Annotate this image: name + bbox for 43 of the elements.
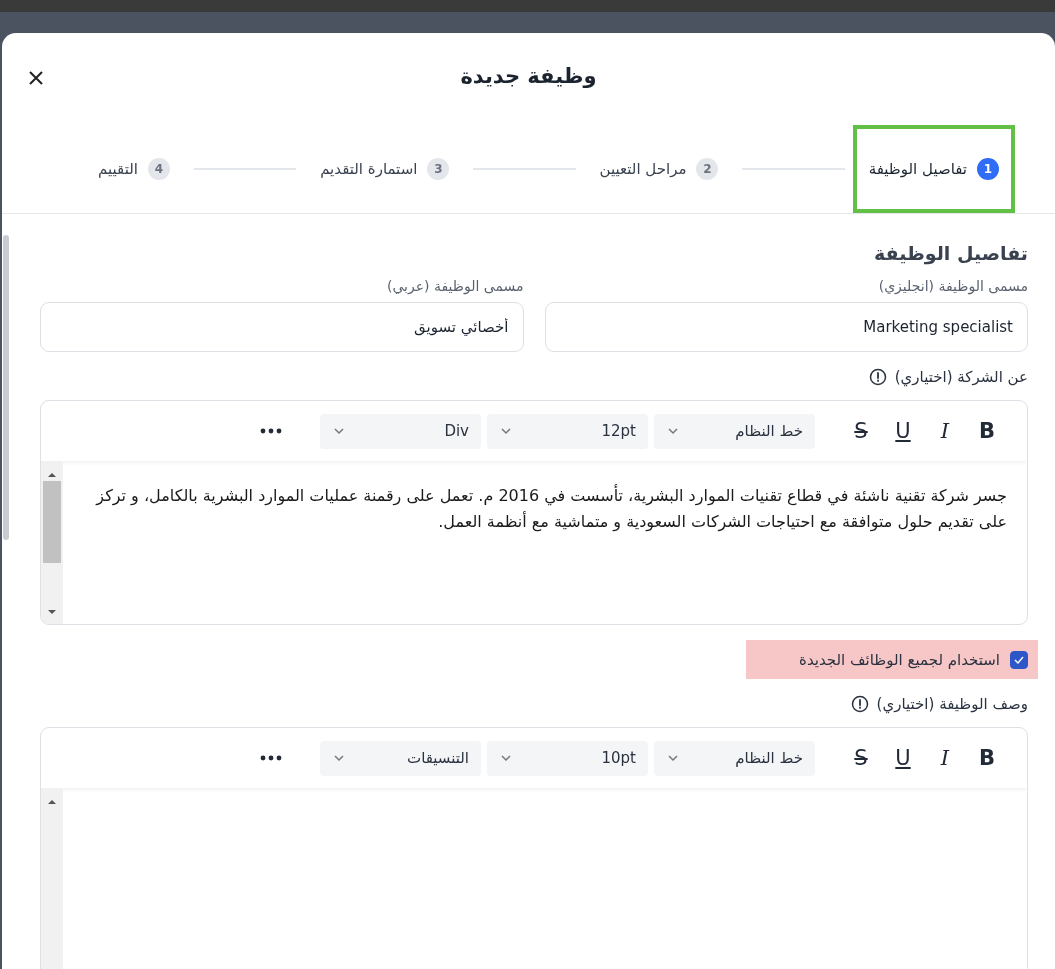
step-label: استمارة التقديم bbox=[320, 160, 418, 178]
text-field[interactable]: Marketing specialist bbox=[544, 302, 1028, 352]
info-icon bbox=[850, 695, 869, 713]
font-select[interactable]: خط النظام bbox=[654, 413, 815, 449]
scrollbar[interactable] bbox=[41, 788, 63, 969]
step-number: 1 bbox=[977, 158, 999, 180]
field-label: مسمى الوظيفة (عربي) bbox=[385, 278, 524, 294]
field-label: وصف الوظيفة (اختياري) bbox=[876, 695, 1028, 713]
info-icon bbox=[868, 368, 887, 386]
step-number: 4 bbox=[147, 158, 170, 180]
dialog-title: وظيفة جديدة bbox=[460, 64, 597, 88]
field-label: عن الشركة (اختياري) bbox=[894, 368, 1028, 386]
bold-button[interactable]: B bbox=[969, 414, 1005, 448]
step-label: التقييم bbox=[98, 160, 138, 178]
font-select[interactable]: خط النظام bbox=[654, 740, 815, 776]
check-icon bbox=[1014, 655, 1024, 664]
bold-button[interactable]: B bbox=[969, 741, 1005, 775]
scrollbar[interactable] bbox=[3, 235, 9, 540]
close-icon bbox=[28, 70, 44, 86]
editor-text: جسر شركة تقنية ناشئة في قطاع تقنيات الموارد البشرية، تأسست في 2016 م. تعمل على رقمنة عمليات الموارد البشرية بالكامل، و تركز على تقديم حلول متوافقة مع احتياجات الشركات السعودية و متماشية مع أنظمة العمل. bbox=[94, 483, 1008, 534]
format-select[interactable]: Div bbox=[320, 413, 481, 449]
size-select[interactable]: 10pt bbox=[487, 740, 648, 776]
rich-text-editor[interactable] bbox=[40, 400, 1028, 625]
format-select[interactable]: التنسيقات bbox=[320, 740, 481, 776]
checkbox[interactable] bbox=[1010, 650, 1028, 669]
step-label: تفاصيل الوظيفة bbox=[868, 160, 967, 178]
scrollbar[interactable] bbox=[41, 461, 63, 624]
underline-button[interactable]: U bbox=[885, 414, 921, 448]
step-label: مراحل التعيين bbox=[599, 160, 687, 178]
strike-button[interactable]: S bbox=[843, 414, 879, 448]
step-number: 3 bbox=[427, 158, 450, 180]
strike-button[interactable]: S bbox=[843, 741, 879, 775]
italic-button[interactable]: I bbox=[927, 414, 963, 448]
checkbox-row[interactable]: استخدام لجميع الوظائف الجديدة bbox=[746, 640, 1038, 679]
checkbox-label: استخدام لجميع الوظائف الجديدة bbox=[799, 650, 1000, 669]
more-icon bbox=[260, 755, 282, 761]
section-title: تفاصيل الوظيفة bbox=[872, 242, 1028, 264]
underline-button[interactable]: U bbox=[885, 741, 921, 775]
italic-button[interactable]: I bbox=[927, 741, 963, 775]
size-select[interactable]: 12pt bbox=[487, 413, 648, 449]
more-icon bbox=[260, 428, 282, 434]
field-label: مسمى الوظيفة (انجليزي) bbox=[877, 278, 1028, 294]
step-number: 2 bbox=[696, 158, 719, 180]
